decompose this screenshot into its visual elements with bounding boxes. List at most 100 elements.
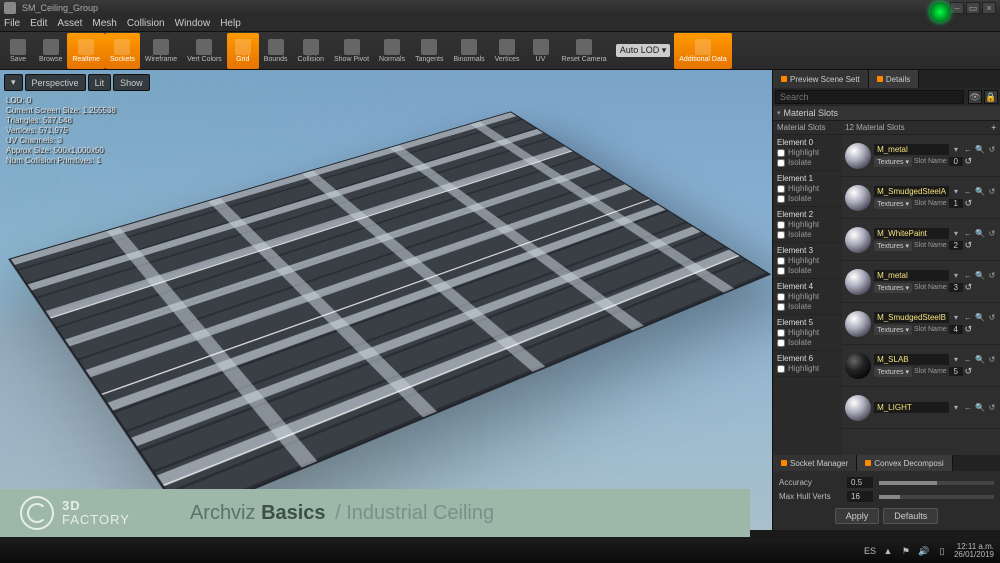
material-thumbnail[interactable] (845, 269, 871, 295)
hull-value[interactable]: 16 (847, 491, 873, 502)
reset-icon[interactable]: ↺ (987, 145, 997, 155)
material-thumbnail[interactable] (845, 311, 871, 337)
browse-icon[interactable]: ← (963, 187, 973, 197)
material-name[interactable]: M_metal (874, 144, 949, 155)
accuracy-slider[interactable] (879, 481, 994, 485)
material-thumbnail[interactable] (845, 185, 871, 211)
reset-slot-icon[interactable]: ↺ (965, 198, 973, 209)
material-name[interactable]: M_SLAB (874, 354, 949, 365)
reset-slot-icon[interactable]: ↺ (965, 366, 973, 377)
tool-wireframe[interactable]: Wireframe (140, 33, 182, 69)
dropdown-icon[interactable]: ▾ (951, 229, 961, 239)
browse-icon[interactable]: ← (963, 355, 973, 365)
textures-button[interactable]: Textures ▾ (874, 241, 912, 251)
highlight-check[interactable]: Highlight (777, 292, 838, 301)
material-name[interactable]: M_SmudgedSteelB (874, 312, 949, 323)
dropdown-icon[interactable]: ▾ (951, 145, 961, 155)
material-name[interactable]: M_WhitePaint (874, 228, 949, 239)
filter-icon[interactable]: 👁 (968, 90, 982, 104)
browse-icon[interactable]: ← (963, 145, 973, 155)
highlight-check[interactable]: Highlight (777, 256, 838, 265)
reset-slot-icon[interactable]: ↺ (965, 324, 973, 335)
reset-slot-icon[interactable]: ↺ (965, 282, 973, 293)
tool-save[interactable]: Save (2, 33, 34, 69)
tool-collision[interactable]: Collision (293, 33, 329, 69)
highlight-check[interactable]: Highlight (777, 364, 838, 373)
tray-network-icon[interactable]: ⚑ (900, 545, 912, 557)
isolate-check[interactable]: Isolate (777, 194, 838, 203)
slot-index[interactable]: 5 (949, 367, 963, 376)
textures-button[interactable]: Textures ▾ (874, 157, 912, 167)
highlight-check[interactable]: Highlight (777, 148, 838, 157)
tool-tangents[interactable]: Tangents (410, 33, 448, 69)
material-slots-header[interactable]: Material Slots (773, 106, 1000, 121)
tab-socket-manager[interactable]: Socket Manager (773, 455, 857, 471)
material-thumbnail[interactable] (845, 353, 871, 379)
find-icon[interactable]: 🔍 (975, 145, 985, 155)
isolate-check[interactable]: Isolate (777, 302, 838, 311)
tool-sockets[interactable]: Sockets (105, 33, 140, 69)
tab-details[interactable]: Details (869, 70, 919, 88)
defaults-button[interactable]: Defaults (883, 508, 938, 524)
material-name[interactable]: M_SmudgedSteelA (874, 186, 949, 197)
tool-additional-data[interactable]: Additional Data (674, 33, 731, 69)
slot-index[interactable]: 4 (949, 325, 963, 334)
find-icon[interactable]: 🔍 (975, 355, 985, 365)
reset-icon[interactable]: ↺ (987, 229, 997, 239)
add-material-button[interactable]: + (991, 123, 996, 132)
textures-button[interactable]: Textures ▾ (874, 367, 912, 377)
highlight-check[interactable]: Highlight (777, 184, 838, 193)
find-icon[interactable]: 🔍 (975, 313, 985, 323)
tool-vert-colors[interactable]: Vert Colors (182, 33, 227, 69)
find-icon[interactable]: 🔍 (975, 271, 985, 281)
browse-icon[interactable]: ← (963, 313, 973, 323)
menu-collision[interactable]: Collision (127, 18, 165, 29)
maximize-button[interactable]: ▭ (966, 2, 980, 14)
material-name[interactable]: M_LIGHT (874, 402, 949, 413)
menu-file[interactable]: File (4, 18, 20, 29)
perspective-button[interactable]: Perspective (25, 74, 86, 91)
material-name[interactable]: M_metal (874, 270, 949, 281)
slot-index[interactable]: 0 (949, 157, 963, 166)
browse-icon[interactable]: ← (963, 403, 973, 413)
isolate-check[interactable]: Isolate (777, 338, 838, 347)
lit-mode-button[interactable]: Lit (88, 74, 112, 91)
tab-preview-scene[interactable]: Preview Scene Sett (773, 70, 869, 88)
browse-icon[interactable]: ← (963, 229, 973, 239)
tray-battery-icon[interactable]: ▯ (936, 545, 948, 557)
show-button[interactable]: Show (113, 74, 150, 91)
viewport-3d[interactable]: ▾ Perspective Lit Show LOD: 0Current Scr… (0, 70, 772, 530)
viewport-options-dropdown[interactable]: ▾ (4, 74, 23, 91)
tray-up-icon[interactable]: ▲ (882, 545, 894, 557)
hull-slider[interactable] (879, 495, 994, 499)
tool-show-pivot[interactable]: Show Pivot (329, 33, 374, 69)
tool-normals[interactable]: Normals (374, 33, 410, 69)
windows-taskbar[interactable]: ES ▲ ⚑ 🔊 ▯ 12:11 a.m. 26/01/2019 (0, 539, 1000, 563)
lod-select[interactable]: Auto LOD ▾ (616, 44, 671, 57)
tool-bounds[interactable]: Bounds (259, 33, 293, 69)
tab-convex-decomp[interactable]: Convex Decomposi (857, 455, 952, 471)
slot-index[interactable]: 1 (949, 199, 963, 208)
slot-index[interactable]: 3 (949, 283, 963, 292)
source-control-icon[interactable] (930, 2, 950, 22)
apply-button[interactable]: Apply (835, 508, 880, 524)
reset-icon[interactable]: ↺ (987, 187, 997, 197)
menu-edit[interactable]: Edit (30, 18, 47, 29)
textures-button[interactable]: Textures ▾ (874, 199, 912, 209)
dropdown-icon[interactable]: ▾ (951, 403, 961, 413)
dropdown-icon[interactable]: ▾ (951, 271, 961, 281)
tool-uv[interactable]: UV (525, 33, 557, 69)
highlight-check[interactable]: Highlight (777, 328, 838, 337)
dropdown-icon[interactable]: ▾ (951, 187, 961, 197)
menu-mesh[interactable]: Mesh (92, 18, 116, 29)
tool-grid[interactable]: Grid (227, 33, 259, 69)
menu-window[interactable]: Window (175, 18, 211, 29)
find-icon[interactable]: 🔍 (975, 187, 985, 197)
isolate-check[interactable]: Isolate (777, 266, 838, 275)
reset-icon[interactable]: ↺ (987, 355, 997, 365)
taskbar-clock[interactable]: 12:11 a.m. 26/01/2019 (954, 543, 994, 559)
menu-help[interactable]: Help (220, 18, 241, 29)
lock-icon[interactable]: 🔒 (984, 90, 998, 104)
tool-reset-camera[interactable]: Reset Camera (557, 33, 612, 69)
search-input[interactable] (775, 90, 964, 104)
